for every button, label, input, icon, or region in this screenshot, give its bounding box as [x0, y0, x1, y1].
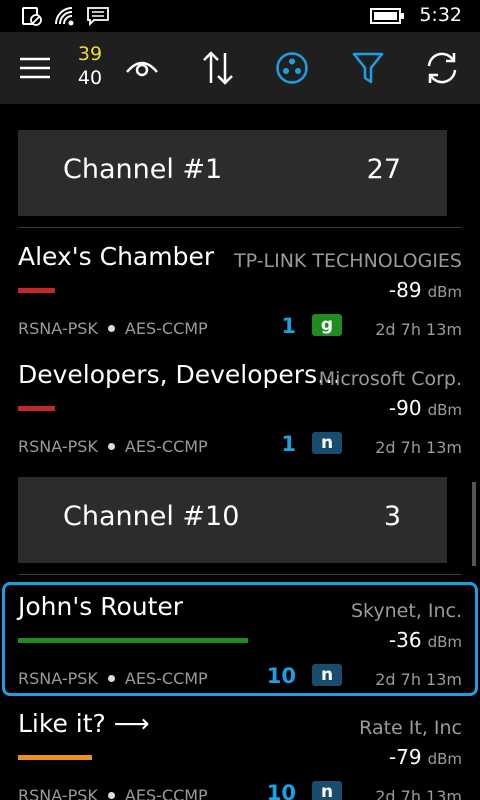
network-item[interactable]: Alex's Chamber TP-LINK TECHNOLOGIES -89 d… [0, 234, 480, 352]
total-count: 40 [77, 67, 103, 89]
eye-icon [126, 61, 158, 77]
last-seen: 2d 7h 13m [375, 787, 462, 800]
refresh-icon [427, 52, 457, 84]
network-item[interactable]: Like it? ⟶ Rate It, Inc -79 dBm RSNA-PSK A… [0, 701, 480, 800]
channel-header-10[interactable]: Channel #10 3 [18, 477, 447, 563]
channel-count: 3 [383, 501, 401, 532]
security-info: RSNA-PSK AES-CCMP [18, 319, 208, 338]
sort-button[interactable] [188, 32, 248, 104]
sort-icon [203, 51, 233, 85]
message-icon [87, 7, 109, 26]
selection-highlight [2, 582, 478, 696]
channel-number: 10 [266, 781, 296, 800]
network-vendor: Microsoft Corp. [318, 368, 462, 390]
channel-name: Channel #10 [63, 501, 240, 532]
network-item[interactable]: Developers, Developers... Microsoft Corp… [0, 352, 480, 470]
app-toolbar: 39 40 [0, 32, 480, 104]
filter-funnel-icon [352, 52, 384, 84]
mode-badge: g [312, 314, 342, 336]
channel-name: Channel #1 [63, 154, 223, 185]
separator-dot [107, 325, 115, 332]
network-ssid: Developers, Developers... [18, 360, 341, 389]
network-counter: 39 40 [74, 42, 106, 90]
separator-dot [107, 792, 115, 799]
network-ssid: Like it? ⟶ [18, 709, 150, 738]
signal-value: -89 dBm [388, 278, 462, 302]
wifi-signal-icon [55, 7, 74, 26]
menu-icon [20, 57, 50, 79]
refresh-button[interactable] [412, 32, 472, 104]
filter-circle-icon [276, 52, 308, 84]
channel-count: 27 [366, 154, 401, 185]
network-vendor: TP-LINK TECHNOLOGIES [234, 250, 462, 272]
network-vendor: Rate It, Inc [359, 717, 462, 739]
security-info: RSNA-PSK AES-CCMP [18, 437, 208, 456]
battery-icon [370, 8, 404, 24]
separator-dot [107, 443, 115, 450]
signal-value: -90 dBm [388, 396, 462, 420]
signal-strength-bar [18, 288, 55, 293]
clock: 5:32 [419, 4, 462, 26]
mode-badge: n [312, 432, 342, 454]
channel-number: 1 [281, 314, 296, 338]
network-list[interactable]: Channel #1 27 Alex's Chamber TP-LINK TEC… [0, 104, 480, 800]
channel-number: 1 [281, 432, 296, 456]
scrollbar[interactable] [472, 482, 476, 566]
signal-value: -79 dBm [388, 745, 462, 769]
visibility-button[interactable] [112, 32, 172, 104]
signal-strength-bar [18, 755, 92, 760]
divider [18, 227, 462, 228]
filter-button[interactable] [338, 32, 398, 104]
status-bar: 5:32 [0, 0, 480, 32]
visible-count: 39 [77, 43, 103, 65]
last-seen: 2d 7h 13m [375, 320, 462, 339]
do-not-disturb-icon [22, 7, 42, 26]
last-seen: 2d 7h 13m [375, 438, 462, 457]
group-button[interactable] [262, 32, 322, 104]
menu-button[interactable] [5, 32, 65, 104]
mode-badge: n [312, 781, 342, 800]
signal-strength-bar [18, 406, 55, 411]
network-ssid: Alex's Chamber [18, 242, 215, 271]
security-info: RSNA-PSK AES-CCMP [18, 786, 208, 800]
divider [18, 574, 462, 575]
channel-header-1[interactable]: Channel #1 27 [18, 130, 447, 216]
